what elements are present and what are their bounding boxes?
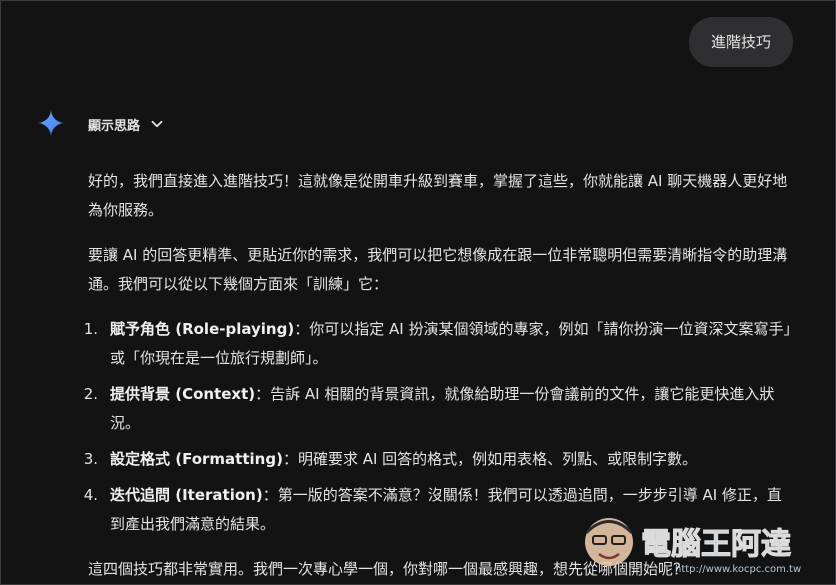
list-item: 1. 賦予角色 (Role-playing)：你可以指定 AI 扮演某個領域的專…	[84, 315, 794, 373]
list-item-title: 迭代追問 (Iteration)	[110, 486, 263, 504]
brand-watermark-logo: 電腦王阿達 http://www.kocpc.com.tw	[585, 518, 801, 575]
user-message-text: 進階技巧	[710, 33, 771, 51]
response-intro: 好的，我們直接進入進階技巧！這就像是從開車升級到賽車，掌握了這些，你就能讓 AI…	[88, 172, 788, 219]
list-item: 3. 設定格式 (Formatting)：明確要求 AI 回答的格式，例如用表格…	[84, 445, 794, 474]
list-item: 2. 提供背景 (Context)：告訴 AI 相關的背景資訊，就像給助理一份會…	[84, 380, 794, 438]
watermark-url: http://www.kocpc.com.tw	[675, 564, 801, 575]
list-item-body: ：明確要求 AI 回答的格式，例如用表格、列點、或限制字數。	[282, 450, 698, 468]
list-item-number: 4.	[83, 486, 98, 504]
watermark-brand: 電腦王阿達	[641, 527, 791, 562]
chat-window: 進階技巧 顯示思路 好的，我們直接進入進階技巧！這就像是從開車升級到賽車，掌握了…	[0, 0, 836, 585]
show-thinking-toggle[interactable]: 顯示思路	[88, 112, 164, 136]
tips-list: 1. 賦予角色 (Role-playing)：你可以指定 AI 扮演某個領域的專…	[84, 315, 794, 539]
list-item-title: 賦予角色 (Role-playing)	[110, 320, 295, 338]
response-lead: 要讓 AI 的回答更精準、更貼近你的需求，我們可以把它想像成在跟一位非常聰明但需…	[88, 246, 788, 293]
list-item-title: 提供背景 (Context)	[110, 385, 256, 403]
list-item-number: 1.	[83, 320, 98, 338]
user-message-bubble: 進階技巧	[688, 17, 793, 67]
show-thinking-label: 顯示思路	[88, 118, 141, 134]
chevron-down-icon	[151, 120, 163, 128]
list-item-number: 2.	[83, 385, 98, 403]
list-item-title: 設定格式 (Formatting)	[110, 450, 283, 468]
list-item-number: 3.	[83, 450, 98, 468]
gemini-sparkle-icon	[38, 110, 64, 136]
